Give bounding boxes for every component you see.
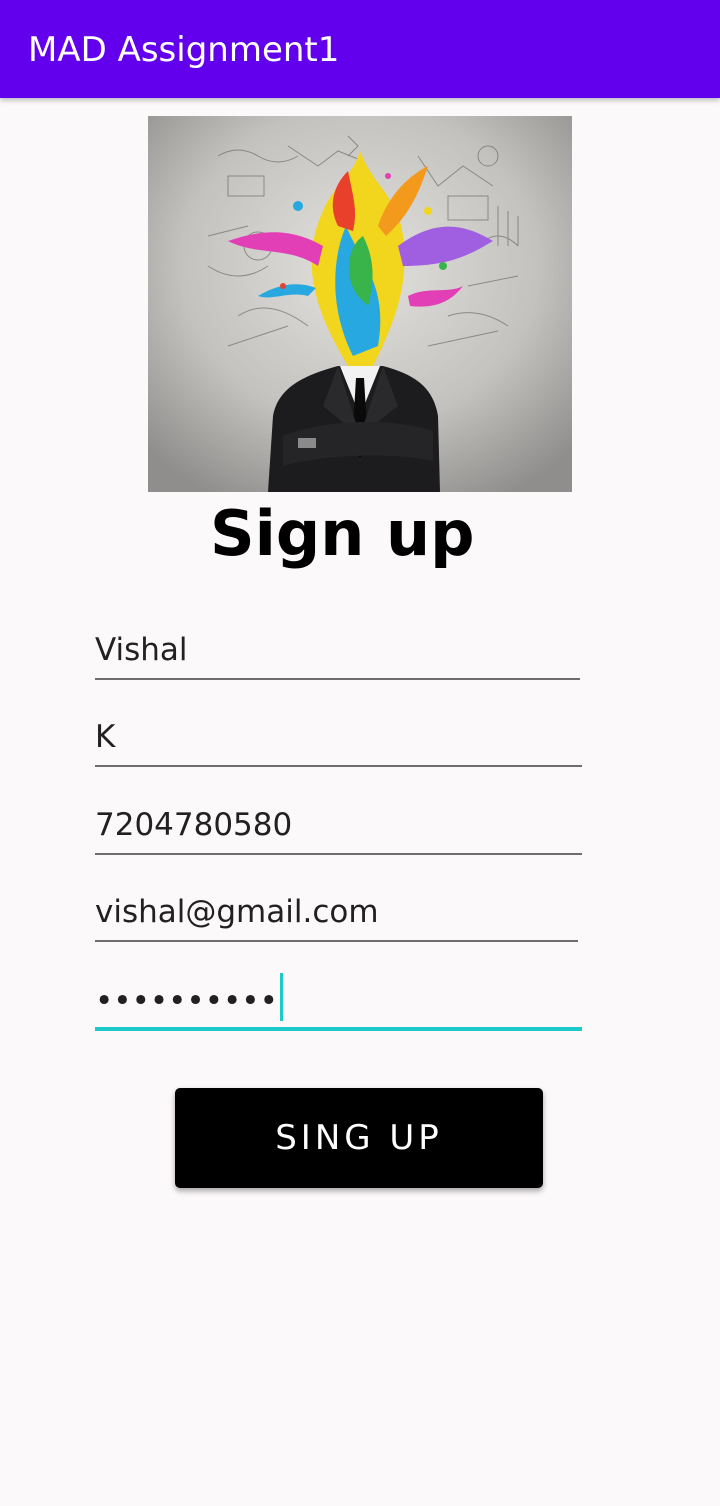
phone-value: 7204780580 [95,807,293,843]
email-value: vishal@gmail.com [95,894,379,930]
last-name-value: K [95,719,116,755]
text-cursor [279,973,283,1021]
password-dots: •••••••••• [95,983,278,1019]
signup-heading: Sign up [210,497,475,570]
hero-image [148,116,572,492]
app-bar: MAD Assignment1 [0,0,720,98]
signup-button[interactable]: SING UP [175,1088,543,1188]
password-value: •••••••••• [95,973,283,1021]
password-field[interactable]: •••••••••• [95,973,582,1031]
app-title: MAD Assignment1 [28,30,340,70]
signup-button-label: SING UP [275,1118,443,1158]
email-field[interactable]: vishal@gmail.com [95,890,578,942]
first-name-field[interactable]: Vishal [95,628,580,680]
first-name-value: Vishal [95,632,188,668]
phone-field[interactable]: 7204780580 [95,803,582,855]
last-name-field[interactable]: K [95,715,582,767]
